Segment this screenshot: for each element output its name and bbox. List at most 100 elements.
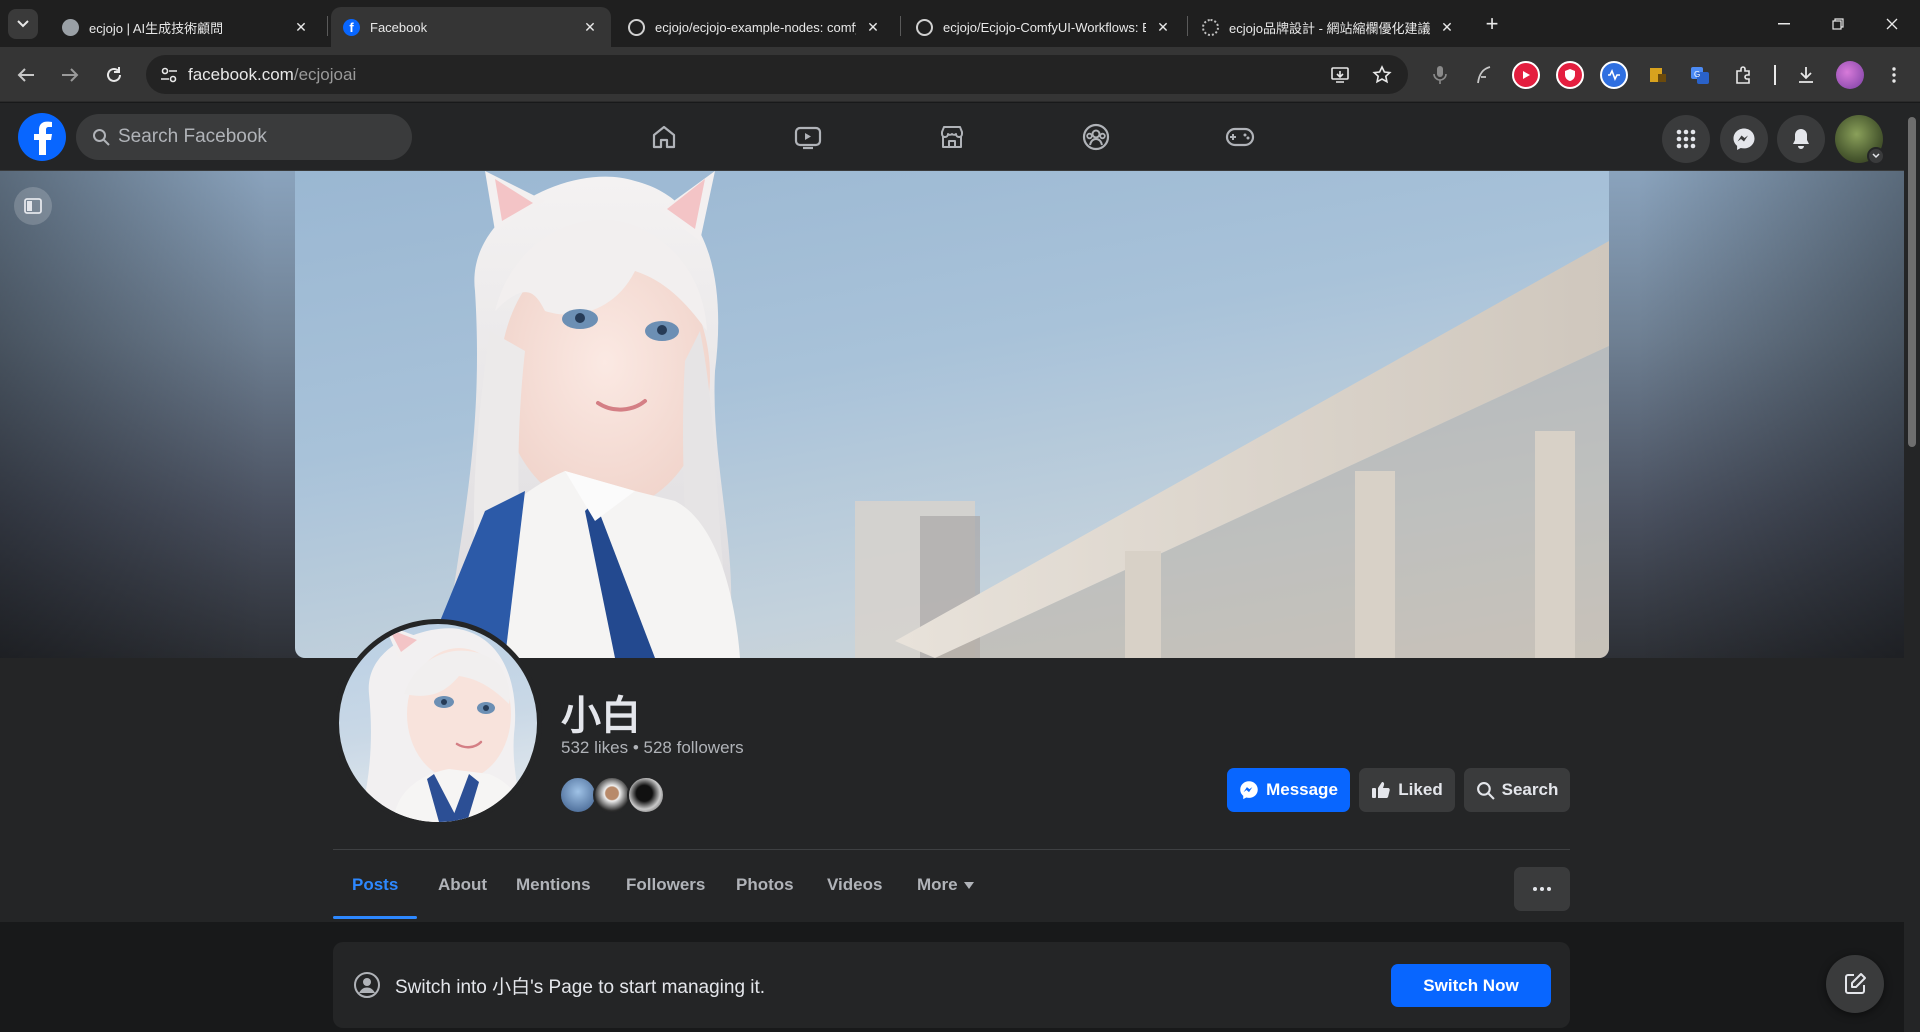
address-bar[interactable]: facebook.com/ecjojoai <box>146 55 1408 94</box>
nav-marketplace[interactable] <box>896 111 1008 163</box>
notifications-button[interactable] <box>1777 115 1825 163</box>
close-tab-icon[interactable]: ✕ <box>1438 18 1456 36</box>
arrow-right-icon <box>62 68 79 82</box>
close-tab-icon[interactable]: ✕ <box>1154 18 1172 36</box>
profile-switch-icon <box>354 972 380 998</box>
follower-avatar[interactable] <box>559 776 597 814</box>
follower-avatar[interactable] <box>627 776 665 814</box>
stats-separator: • <box>628 738 644 757</box>
account-avatar[interactable] <box>1835 115 1885 165</box>
translate-extension-icon[interactable]: G <box>1686 61 1714 89</box>
liked-button[interactable]: Liked <box>1359 768 1455 812</box>
facebook-logo[interactable] <box>18 113 66 161</box>
nav-video[interactable] <box>752 111 864 163</box>
messenger-icon <box>1240 781 1258 800</box>
search-icon <box>1476 781 1495 800</box>
browser-tab-ecjojo-design[interactable]: ecjojo品牌設計 - 網站縮欄優化建議 ✕ <box>1190 7 1468 47</box>
extensions-puzzle-icon[interactable] <box>1730 61 1758 89</box>
chevron-down-icon <box>17 20 29 28</box>
tab-label: About <box>438 875 488 894</box>
browser-toolbar: facebook.com/ecjojoai G <box>0 47 1920 102</box>
search-input[interactable] <box>118 114 398 160</box>
likes-count[interactable]: 532 likes <box>561 738 628 757</box>
scrollbar-thumb[interactable] <box>1908 117 1916 447</box>
close-window-button[interactable] <box>1872 10 1912 38</box>
tab-posts[interactable]: Posts <box>333 851 418 919</box>
page-search-button[interactable]: Search <box>1464 768 1570 812</box>
header-divider <box>333 849 1570 850</box>
back-button[interactable] <box>12 61 40 89</box>
thumbs-up-icon <box>1372 782 1391 798</box>
tab-mentions[interactable]: Mentions <box>507 851 600 919</box>
messenger-button[interactable] <box>1720 115 1768 163</box>
site-info-icon[interactable] <box>160 66 178 84</box>
tab-search-button[interactable] <box>8 9 38 39</box>
close-tab-icon[interactable]: ✕ <box>864 18 882 36</box>
cover-photo-illustration <box>425 171 1609 658</box>
nav-groups[interactable] <box>1040 111 1152 163</box>
feather-extension-icon[interactable] <box>1470 61 1498 89</box>
menu-button[interactable] <box>1662 115 1710 163</box>
minimize-button[interactable] <box>1764 10 1804 38</box>
chrome-menu-icon[interactable] <box>1880 61 1908 89</box>
tab-about[interactable]: About <box>429 851 496 919</box>
tab-label: More <box>917 875 958 894</box>
profile-avatar-icon[interactable] <box>1836 61 1864 89</box>
downloads-icon[interactable] <box>1792 61 1820 89</box>
youtube-extension-icon[interactable] <box>1512 61 1540 89</box>
restore-button[interactable] <box>1818 10 1858 38</box>
bookmark-star-icon[interactable] <box>1372 65 1392 85</box>
new-tab-button[interactable]: + <box>1480 11 1504 36</box>
restore-icon <box>1832 18 1844 30</box>
new-message-button[interactable] <box>1826 955 1884 1013</box>
page-title: 小白 <box>561 694 641 738</box>
install-app-icon[interactable] <box>1330 65 1350 85</box>
close-icon <box>1886 18 1898 30</box>
profile-picture[interactable] <box>334 619 542 827</box>
sidebar-toggle-button[interactable] <box>14 187 52 225</box>
openai-icon <box>1202 18 1219 36</box>
page-content: 小白 532 likes • 528 followers Message Lik… <box>0 171 1904 1032</box>
dictionary-extension-icon[interactable] <box>1644 61 1672 89</box>
nav-home[interactable] <box>608 111 720 163</box>
close-tab-icon[interactable]: ✕ <box>292 18 310 36</box>
nav-gaming[interactable] <box>1184 111 1296 163</box>
github-icon <box>916 18 933 36</box>
tab-videos[interactable]: Videos <box>818 851 891 919</box>
voice-search-button[interactable] <box>1426 61 1454 89</box>
message-button[interactable]: Message <box>1227 768 1350 812</box>
page-scrollbar[interactable] <box>1904 103 1920 1032</box>
forward-button[interactable] <box>56 61 84 89</box>
reload-button[interactable] <box>100 61 128 89</box>
tab-title: ecjojo/Ecjojo-ComfyUI-Workflows: Ec <box>943 19 1146 35</box>
sidebar-toggle-icon <box>24 198 42 214</box>
tab-label: Videos <box>827 875 883 894</box>
audio-extension-icon[interactable] <box>1600 61 1628 89</box>
groups-icon <box>1082 123 1110 151</box>
tab-more[interactable]: More <box>908 851 983 919</box>
ublock-extension-icon[interactable] <box>1556 61 1584 89</box>
tab-photos[interactable]: Photos <box>727 851 803 919</box>
switch-profile-card: Switch into 小白's Page to start managing … <box>333 942 1570 1028</box>
tab-title: ecjojo/ecjojo-example-nodes: comfyu <box>655 19 856 35</box>
tab-label: Posts <box>352 875 399 894</box>
tab-followers[interactable]: Followers <box>617 851 714 919</box>
followers-count[interactable]: 528 followers <box>644 738 744 757</box>
browser-tab-facebook[interactable]: f Facebook ✕ <box>331 7 611 47</box>
browser-tab-github-workflows[interactable]: ecjojo/Ecjojo-ComfyUI-Workflows: Ec ✕ <box>904 7 1184 47</box>
follower-avatar[interactable] <box>593 776 631 814</box>
cover-photo[interactable] <box>295 171 1609 658</box>
close-tab-icon[interactable]: ✕ <box>581 18 599 36</box>
message-label: Message <box>1266 780 1338 799</box>
more-options-button[interactable] <box>1514 867 1570 911</box>
tab-label: Followers <box>626 875 706 894</box>
switch-now-button[interactable]: Switch Now <box>1391 964 1551 1007</box>
facebook-search[interactable] <box>76 114 412 160</box>
facebook-f-icon <box>34 121 52 155</box>
browser-tab-github-nodes[interactable]: ecjojo/ecjojo-example-nodes: comfyu ✕ <box>616 7 894 47</box>
tab-title: Facebook <box>370 19 428 35</box>
marketplace-icon <box>941 126 963 148</box>
facebook-favicon-icon: f <box>343 18 360 36</box>
browser-tab-ecjojo[interactable]: ecjojo | AI生成技術顧問 ✕ <box>50 7 322 47</box>
caret-down-icon <box>963 881 974 889</box>
